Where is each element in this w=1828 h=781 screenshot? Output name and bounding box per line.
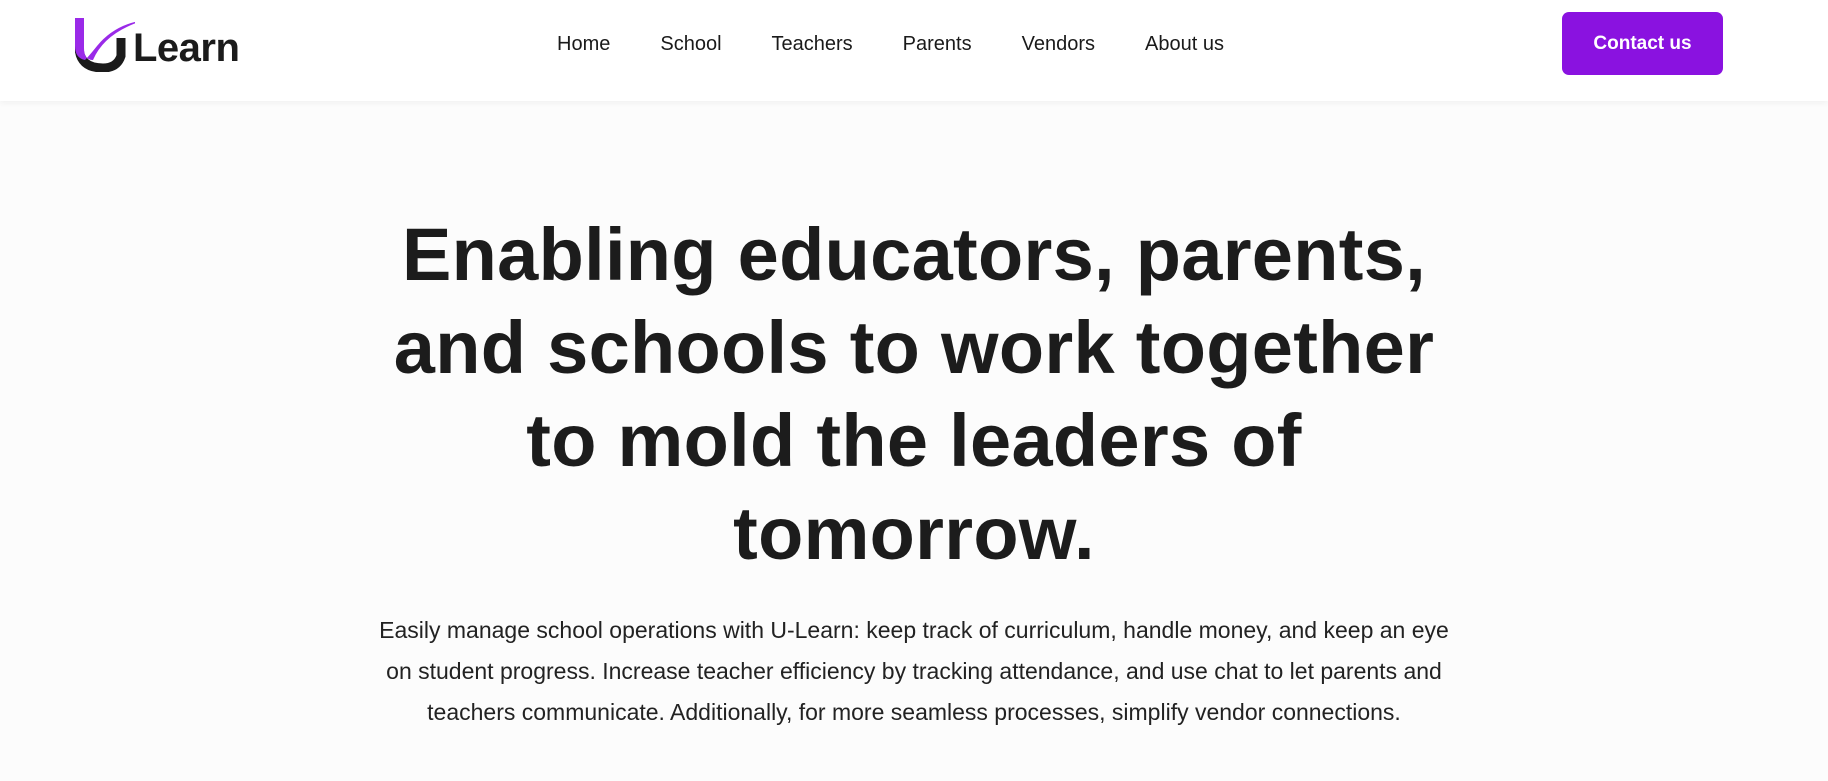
- main-nav: Home School Teachers Parents Vendors Abo…: [557, 30, 1224, 58]
- nav-teachers[interactable]: Teachers: [772, 30, 853, 58]
- logo-text: Learn: [133, 26, 240, 70]
- nav-school[interactable]: School: [660, 30, 721, 58]
- nav-home[interactable]: Home: [557, 30, 610, 58]
- nav-vendors[interactable]: Vendors: [1022, 30, 1095, 58]
- nav-about-us[interactable]: About us: [1145, 30, 1224, 58]
- nav-parents[interactable]: Parents: [903, 30, 972, 58]
- contact-us-button[interactable]: Contact us: [1562, 12, 1723, 75]
- ulearn-logo[interactable]: Learn: [75, 16, 250, 72]
- u-mark-icon: [75, 18, 135, 72]
- site-header: Learn Home School Teachers Parents Vendo…: [0, 0, 1828, 101]
- hero-subtitle: Easily manage school operations with U-L…: [379, 617, 1449, 725]
- hero-title: Enabling educators, parents, and schools…: [393, 213, 1435, 575]
